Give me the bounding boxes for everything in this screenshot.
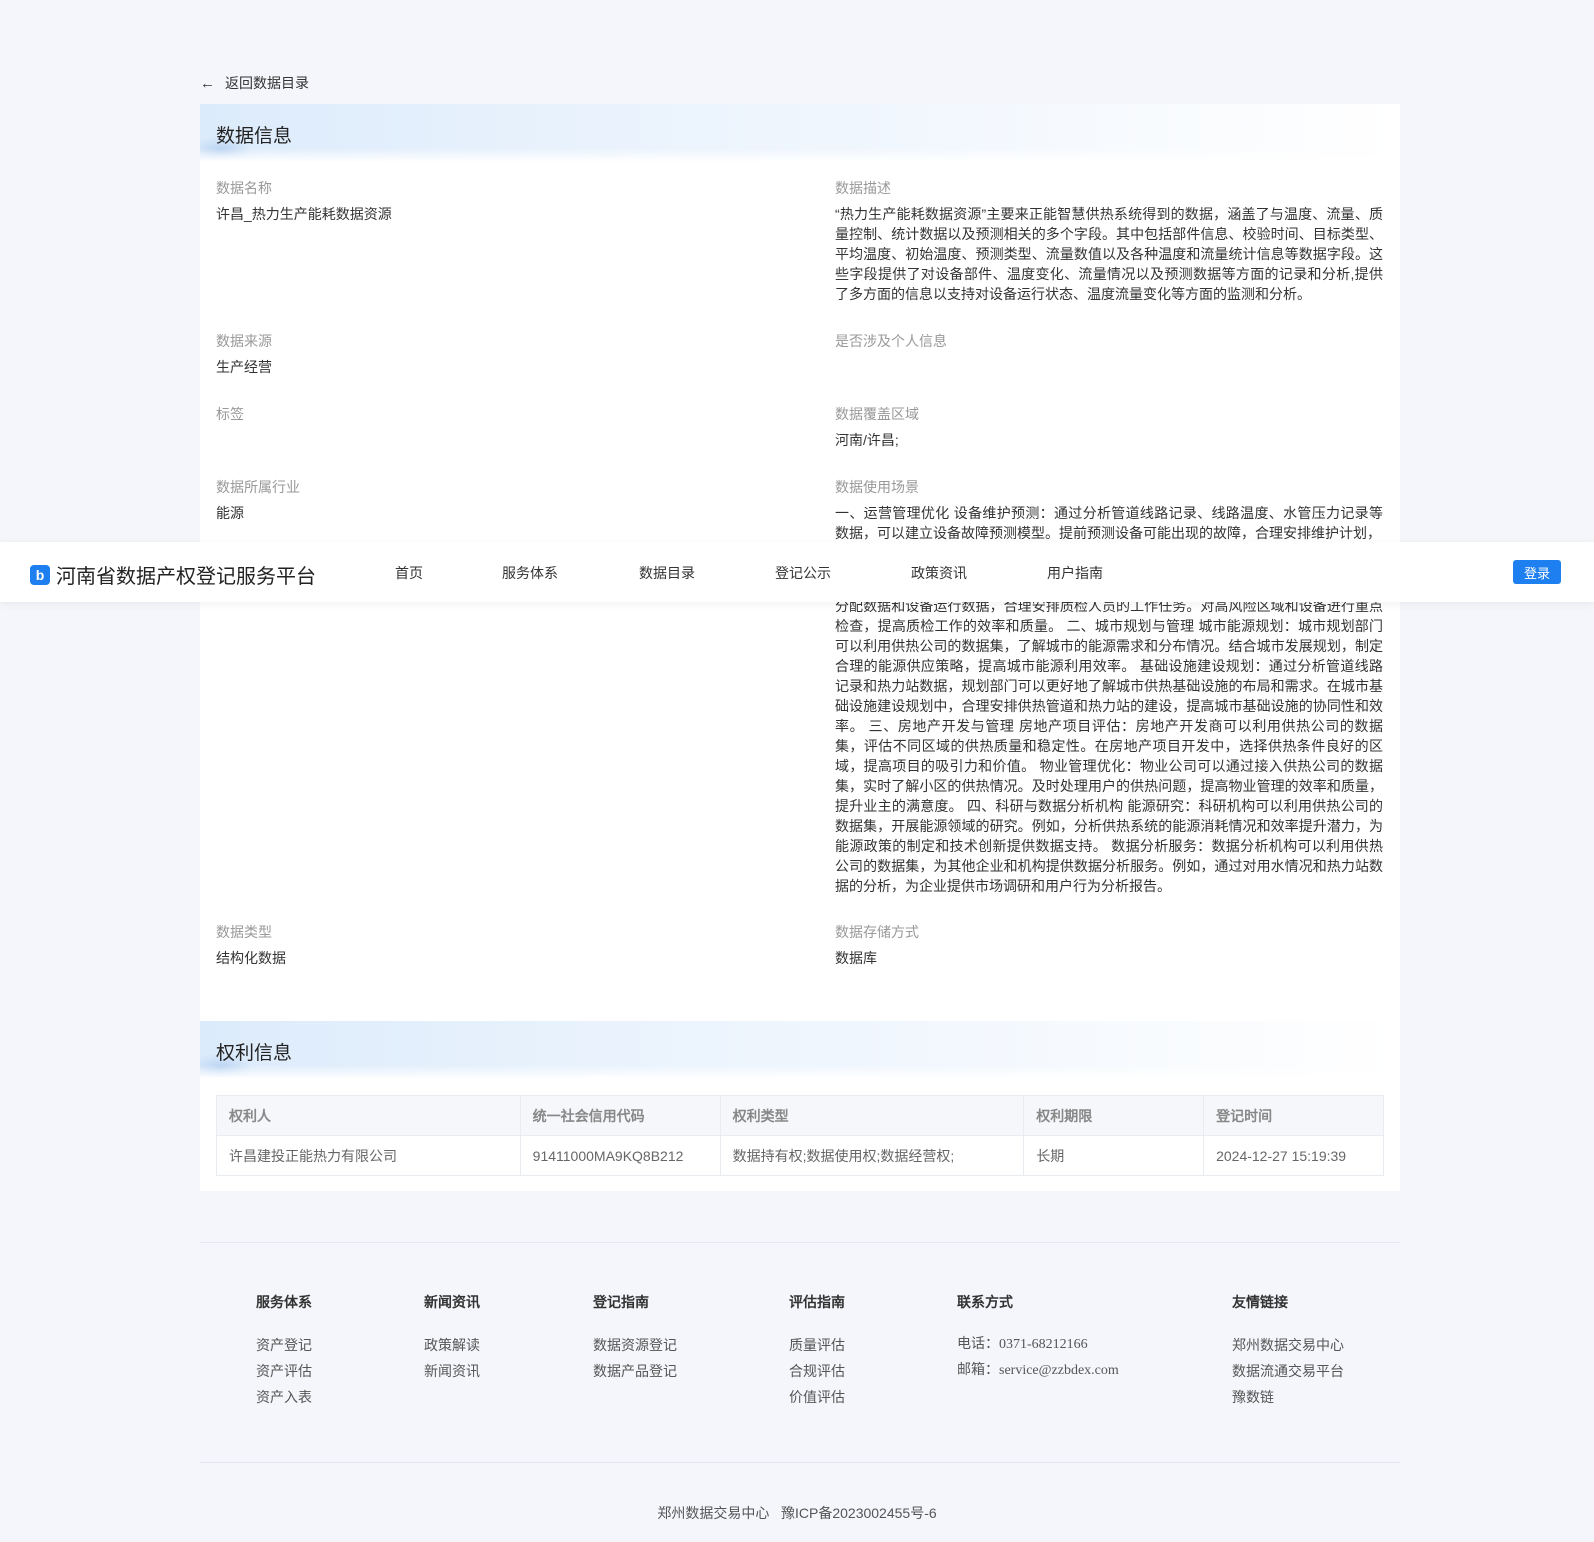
footer-heading: 联系方式 [957, 1294, 1013, 1310]
field-value: 数据库 [835, 950, 877, 966]
back-to-catalog-link[interactable]: ← 返回数据目录 [200, 73, 309, 93]
field-label: 数据描述 [835, 180, 891, 196]
field-label: 数据存储方式 [835, 924, 919, 940]
back-link-label: 返回数据目录 [225, 75, 309, 91]
column-header: 权利人 [216, 1095, 521, 1136]
field-personal-info: 是否涉及个人信息 [835, 331, 947, 357]
data-info-title: 数据信息 [216, 126, 293, 147]
nav-item-home[interactable]: 首页 [395, 563, 423, 583]
field-label: 标签 [216, 406, 244, 422]
field-label: 数据类型 [216, 924, 272, 940]
rights-info-header: 权利信息 [200, 1021, 1400, 1079]
field-description: 数据描述 “热力生产能耗数据资源”主要来正能智慧供热系统得到的数据，涵盖了与温度… [835, 178, 1383, 304]
footer-link[interactable]: 合规评估 [789, 1358, 845, 1384]
column-header: 权利类型 [719, 1095, 1025, 1136]
field-value: 许昌_热力生产能耗数据资源 [216, 206, 392, 222]
footer-column-evaluation-guide: 评估指南 质量评估 合规评估 价值评估 [789, 1292, 845, 1410]
field-scenario: 数据使用场景 一、运营管理优化 设备维护预测：通过分析管道线路记录、线路温度、水… [835, 477, 1383, 543]
field-value-part1: 一、运营管理优化 设备维护预测：通过分析管道线路记录、线路温度、水管压力记录等数… [835, 505, 1383, 541]
nav-item-policy[interactable]: 政策资讯 [911, 563, 967, 583]
field-value: 结构化数据 [216, 950, 286, 966]
footer-link[interactable]: 郑州数据交易中心 [1232, 1332, 1344, 1358]
field-tags: 标签 [216, 404, 244, 430]
footer-heading: 友情链接 [1232, 1294, 1288, 1310]
contact-phone: 电话：0371-68212166 [957, 1337, 1088, 1352]
table-cell: 长期 [1023, 1135, 1205, 1176]
footer-divider-top [200, 1242, 1400, 1243]
footer-link[interactable]: 资产登记 [256, 1332, 312, 1358]
field-value: 能源 [216, 505, 244, 521]
footer-column-friend-links: 友情链接 郑州数据交易中心 数据流通交易平台 豫数链 [1232, 1292, 1344, 1410]
field-name: 数据名称 许昌_热力生产能耗数据资源 [216, 178, 392, 224]
table-cell: 许昌建投正能热力有限公司 [216, 1135, 521, 1176]
footer-link[interactable]: 新闻资讯 [424, 1358, 480, 1384]
field-value-part2: 分配数据和设备运行数据，合理安排质检人员的工作任务。对高风险区域和设备进行重点检… [835, 598, 1383, 894]
rights-info-title: 权利信息 [216, 1043, 293, 1064]
footer-link[interactable]: 豫数链 [1232, 1384, 1344, 1410]
footer-link[interactable]: 数据产品登记 [593, 1358, 677, 1384]
field-coverage: 数据覆盖区域 河南/许昌; [835, 404, 919, 450]
footer-link[interactable]: 价值评估 [789, 1384, 845, 1410]
logo-mark-icon: b [30, 564, 50, 585]
nav-item-services[interactable]: 服务体系 [502, 563, 558, 583]
footer-link[interactable]: 资产评估 [256, 1358, 312, 1384]
field-label: 数据名称 [216, 180, 272, 196]
footer-link[interactable]: 资产入表 [256, 1384, 312, 1410]
footer-link[interactable]: 政策解读 [424, 1332, 480, 1358]
arrow-left-icon: ← [200, 74, 215, 92]
field-storage: 数据存储方式 数据库 [835, 922, 919, 968]
footer-column-news: 新闻资讯 政策解读 新闻资讯 [424, 1292, 480, 1384]
column-header: 登记时间 [1203, 1095, 1384, 1136]
field-value: 河南/许昌; [835, 432, 899, 448]
table-header-row: 权利人 统一社会信用代码 权利类型 权利期限 登记时间 [216, 1095, 1384, 1136]
field-label: 数据来源 [216, 333, 272, 349]
footer-column-registration-guide: 登记指南 数据资源登记 数据产品登记 [593, 1292, 677, 1384]
footer-link[interactable]: 数据流通交易平台 [1232, 1358, 1344, 1384]
rights-table: 权利人 统一社会信用代码 权利类型 权利期限 登记时间 许昌建投正能热力有限公司… [216, 1095, 1384, 1176]
field-data-type: 数据类型 结构化数据 [216, 922, 286, 968]
field-label: 数据覆盖区域 [835, 406, 919, 422]
rights-info-card: 权利信息 权利人 统一社会信用代码 权利类型 权利期限 登记时间 许昌建投正能热… [200, 1021, 1400, 1191]
column-header: 统一社会信用代码 [519, 1095, 721, 1136]
field-industry: 数据所属行业 能源 [216, 477, 300, 523]
copyright-text: 郑州数据交易中心 豫ICP备2023002455号-6 [657, 1505, 937, 1521]
site-title: 河南省数据产权登记服务平台 [56, 566, 316, 588]
field-scenario-continued: 分配数据和设备运行数据，合理安排质检人员的工作任务。对高风险区域和设备进行重点检… [835, 596, 1383, 896]
footer-column-services: 服务体系 资产登记 资产评估 资产入表 [256, 1292, 312, 1410]
column-header: 权利期限 [1023, 1095, 1205, 1136]
field-label: 数据所属行业 [216, 479, 300, 495]
field-value: 生产经营 [216, 359, 272, 375]
field-label: 数据使用场景 [835, 479, 919, 495]
nav-item-catalog[interactable]: 数据目录 [639, 563, 695, 583]
contact-email[interactable]: 邮箱：service@zzbdex.com [957, 1358, 1119, 1384]
top-navbar: b 河南省数据产权登记服务平台 首页 服务体系 数据目录 登记公示 政策资讯 用… [0, 542, 1594, 602]
field-value: “热力生产能耗数据资源”主要来正能智慧供热系统得到的数据，涵盖了与温度、流量、质… [835, 206, 1383, 302]
login-button[interactable]: 登录 [1513, 560, 1561, 584]
table-cell: 91411000MA9KQ8B212 [519, 1135, 721, 1176]
footer-heading: 登记指南 [593, 1294, 649, 1310]
site-logo[interactable]: b 河南省数据产权登记服务平台 [30, 560, 316, 589]
field-label: 是否涉及个人信息 [835, 333, 947, 349]
footer-heading: 服务体系 [256, 1294, 312, 1310]
table-row: 许昌建投正能热力有限公司 91411000MA9KQ8B212 数据持有权;数据… [216, 1135, 1384, 1176]
nav-item-user-guide[interactable]: 用户指南 [1047, 563, 1103, 583]
footer-divider-bottom [200, 1462, 1400, 1463]
table-cell: 2024-12-27 15:19:39 [1203, 1135, 1384, 1176]
footer-heading: 评估指南 [789, 1294, 845, 1310]
table-cell: 数据持有权;数据使用权;数据经营权; [719, 1135, 1025, 1176]
footer-heading: 新闻资讯 [424, 1294, 480, 1310]
field-source: 数据来源 生产经营 [216, 331, 272, 377]
footer-link[interactable]: 数据资源登记 [593, 1332, 677, 1358]
footer-link[interactable]: 质量评估 [789, 1332, 845, 1358]
data-info-header: 数据信息 [200, 104, 1400, 162]
nav-item-registration-notice[interactable]: 登记公示 [775, 563, 831, 583]
footer-column-contact: 联系方式 电话：0371-68212166 邮箱：service@zzbdex.… [957, 1292, 1119, 1384]
